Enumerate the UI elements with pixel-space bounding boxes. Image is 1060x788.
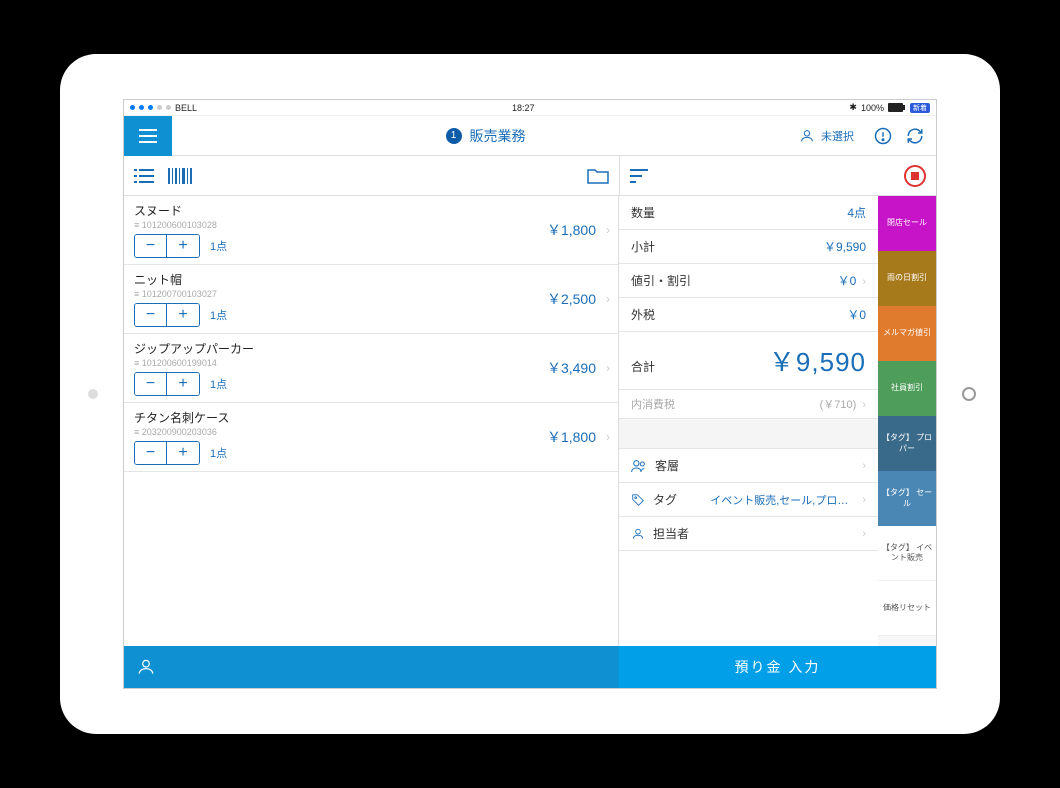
barcode-icon[interactable]: [168, 168, 192, 184]
item-code: ≡ 101200700103027: [134, 289, 608, 299]
qty-text: 1点: [210, 307, 227, 323]
item-code: ≡ 101200600103028: [134, 220, 608, 230]
clock: 18:27: [512, 103, 535, 113]
side-tag[interactable]: 雨の日割引: [878, 251, 936, 306]
side-tag[interactable]: 【タグ】 プロパー: [878, 416, 936, 471]
chevron-right-icon: ›: [606, 292, 610, 306]
chevron-right-icon: ›: [606, 223, 610, 237]
side-tag[interactable]: 社員割引: [878, 361, 936, 416]
chevron-right-icon: ›: [606, 430, 610, 444]
side-tag[interactable]: 価格リセット: [878, 581, 936, 636]
qty-minus[interactable]: −: [135, 304, 167, 326]
refresh-icon[interactable]: [906, 127, 924, 145]
page-title: 販売業務: [470, 126, 526, 146]
tag-row[interactable]: タグ イベント販売,セール,プロ…›: [619, 483, 878, 517]
qty-minus[interactable]: −: [135, 373, 167, 395]
qty-text: 1点: [210, 376, 227, 392]
line-item[interactable]: スヌード≡ 101200600103028 −+1点 ￥1,800 ›: [124, 196, 618, 265]
qty-text: 1点: [210, 238, 227, 254]
qty-plus[interactable]: +: [167, 304, 199, 326]
segment-row[interactable]: 客層 ›: [619, 449, 878, 483]
item-code: ≡ 101200600199014: [134, 358, 608, 368]
qty-plus[interactable]: +: [167, 373, 199, 395]
item-name: スヌード: [134, 202, 608, 219]
item-price: ￥1,800: [547, 220, 596, 240]
summary-intax: 内消費税 (￥710)›: [619, 390, 878, 419]
sort-icon[interactable]: [630, 168, 648, 184]
summary-outtax: 外税 ￥0: [619, 298, 878, 332]
checkout-button[interactable]: 預り金 入力: [619, 646, 936, 688]
item-code: ≡ 203200900203036: [134, 427, 608, 437]
qty-plus[interactable]: +: [167, 235, 199, 257]
folder-icon[interactable]: [587, 168, 609, 184]
line-item[interactable]: チタン名刺ケース≡ 203200900203036 −+1点 ￥1,800 ›: [124, 403, 618, 472]
line-item[interactable]: ニット帽≡ 101200700103027 −+1点 ￥2,500 ›: [124, 265, 618, 334]
item-price: ￥2,500: [547, 289, 596, 309]
summary-discount[interactable]: 値引・割引 ￥0›: [619, 264, 878, 298]
summary-subtotal: 小計 ￥9,590: [619, 230, 878, 264]
items-list: スヌード≡ 101200600103028−+1点￥1,800›ニット帽≡ 10…: [124, 196, 619, 646]
side-tag[interactable]: 【タグ】 イベント販売: [878, 526, 936, 581]
customer-select[interactable]: 未選択: [799, 128, 854, 144]
side-tag[interactable]: メルマガ値引: [878, 306, 936, 361]
summary-qty: 数量 4点: [619, 196, 878, 230]
list-icon[interactable]: [134, 168, 154, 184]
status-bar: BELL 18:27 ✱ 100% 新着: [124, 100, 936, 116]
item-price: ￥3,490: [547, 358, 596, 378]
line-item[interactable]: ジップアップパーカー≡ 101200600199014 −+1点 ￥3,490 ›: [124, 334, 618, 403]
alert-icon[interactable]: [874, 127, 892, 145]
carrier-label: BELL: [175, 103, 197, 113]
side-tag[interactable]: 閉店セール: [878, 196, 936, 251]
qty-minus[interactable]: −: [135, 235, 167, 257]
step-badge: 1: [446, 128, 462, 144]
stop-button[interactable]: [904, 165, 926, 187]
qty-minus[interactable]: −: [135, 442, 167, 464]
footer-left[interactable]: [124, 646, 619, 688]
summary-total: 合計 ￥9,590: [619, 332, 878, 390]
item-price: ￥1,800: [547, 427, 596, 447]
item-name: チタン名刺ケース: [134, 409, 608, 426]
new-badge: 新着: [910, 103, 930, 113]
chevron-right-icon: ›: [606, 361, 610, 375]
battery-label: 100%: [861, 103, 884, 113]
item-name: ニット帽: [134, 271, 608, 288]
staff-row[interactable]: 担当者 ›: [619, 517, 878, 551]
qty-plus[interactable]: +: [167, 442, 199, 464]
qty-text: 1点: [210, 445, 227, 461]
item-name: ジップアップパーカー: [134, 340, 608, 357]
home-button[interactable]: [962, 387, 976, 401]
nav-bar: 1 販売業務 未選択: [124, 116, 936, 156]
menu-button[interactable]: [124, 116, 172, 156]
side-tag[interactable]: 【タグ】 セール: [878, 471, 936, 526]
